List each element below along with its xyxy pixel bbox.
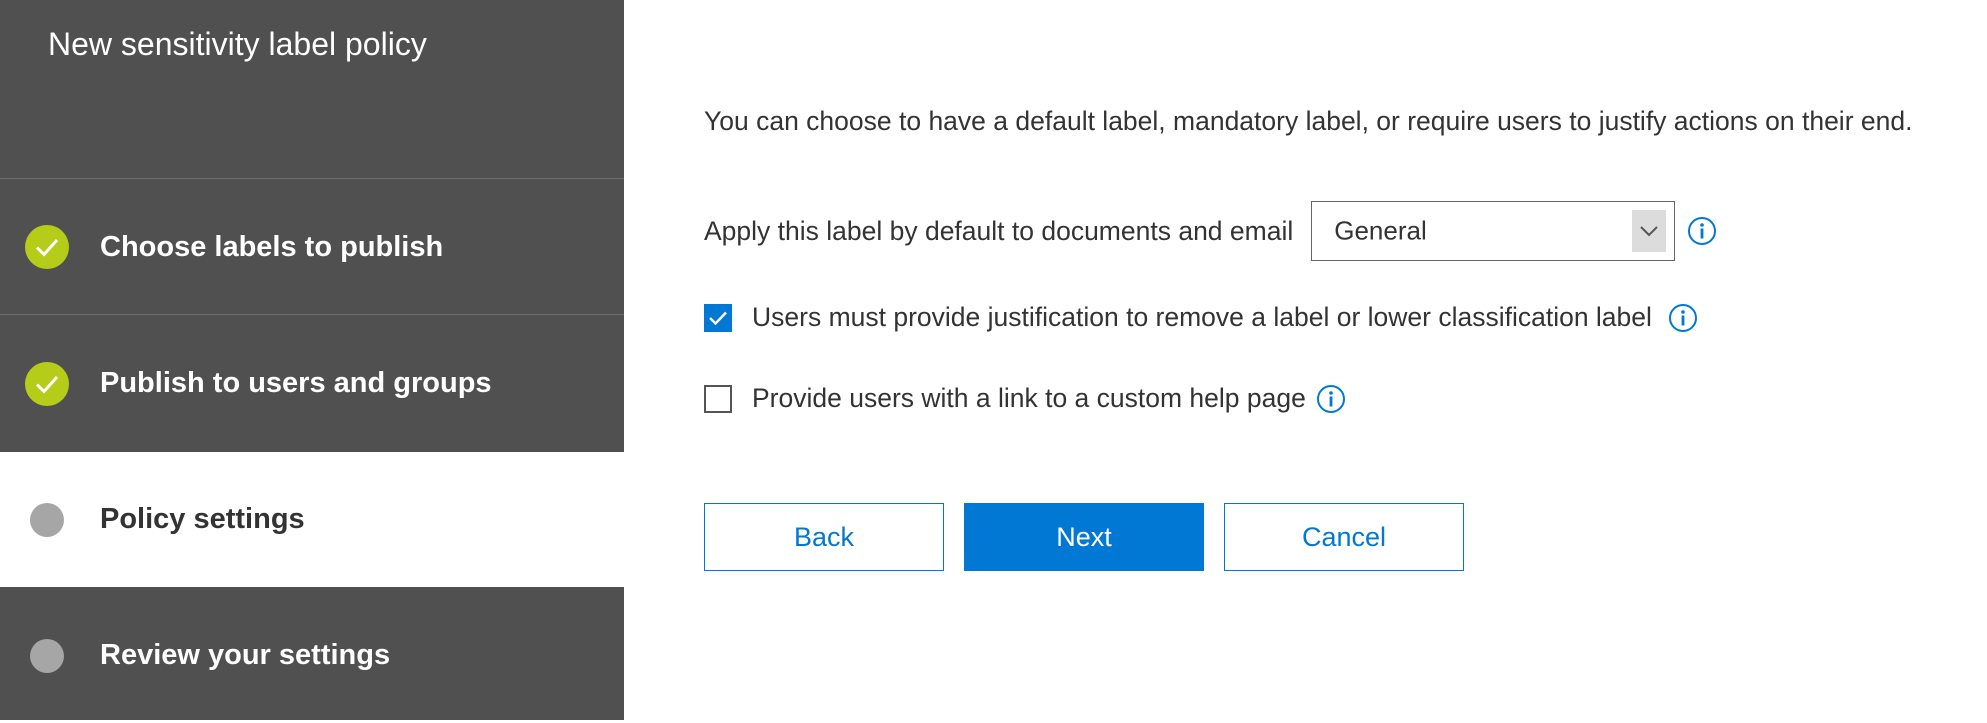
wizard-sidebar: New sensitivity label policy Choose labe… <box>0 0 624 720</box>
back-button[interactable]: Back <box>704 503 944 571</box>
policy-settings-panel: You can choose to have a default label, … <box>624 0 1987 720</box>
wizard-title: New sensitivity label policy <box>48 26 427 62</box>
custom-help-checkbox[interactable] <box>704 384 732 413</box>
intro-text: You can choose to have a default label, … <box>704 106 1913 136</box>
step-label: Review your settings <box>100 639 391 671</box>
step-publish-users[interactable]: Publish to users and groups <box>0 316 624 451</box>
sidebar-header: New sensitivity label policy <box>0 0 624 179</box>
step-review-settings[interactable]: Review your settings <box>0 588 624 723</box>
step-choose-labels[interactable]: Choose labels to publish <box>0 180 624 315</box>
info-icon[interactable] <box>1687 216 1717 246</box>
check-circle-icon <box>24 361 70 407</box>
step-policy-settings[interactable]: Policy settings <box>0 452 624 587</box>
custom-help-option[interactable]: Provide users with a link to a custom he… <box>704 383 1346 414</box>
default-label-caption: Apply this label by default to documents… <box>704 215 1294 246</box>
check-circle-icon <box>24 224 70 270</box>
justification-checkbox[interactable] <box>704 303 732 332</box>
step-label: Publish to users and groups <box>100 367 492 399</box>
pending-circle-icon <box>24 633 70 679</box>
next-button[interactable]: Next <box>964 503 1204 571</box>
justification-label: Users must provide justification to remo… <box>752 302 1652 332</box>
step-label: Choose labels to publish <box>100 230 444 263</box>
dropdown-value: General <box>1334 215 1427 246</box>
cancel-button[interactable]: Cancel <box>1224 503 1464 571</box>
default-label-row: Apply this label by default to documents… <box>704 200 1717 262</box>
chevron-down-icon[interactable] <box>1632 210 1667 252</box>
checkmark-icon <box>709 311 727 325</box>
default-label-dropdown[interactable]: General <box>1311 201 1676 261</box>
pending-circle-icon <box>24 497 70 543</box>
custom-help-label: Provide users with a link to a custom he… <box>752 383 1306 413</box>
step-label: Policy settings <box>100 503 305 535</box>
info-icon[interactable] <box>1316 384 1346 414</box>
justification-option[interactable]: Users must provide justification to remo… <box>704 302 1698 333</box>
info-icon[interactable] <box>1668 303 1698 333</box>
